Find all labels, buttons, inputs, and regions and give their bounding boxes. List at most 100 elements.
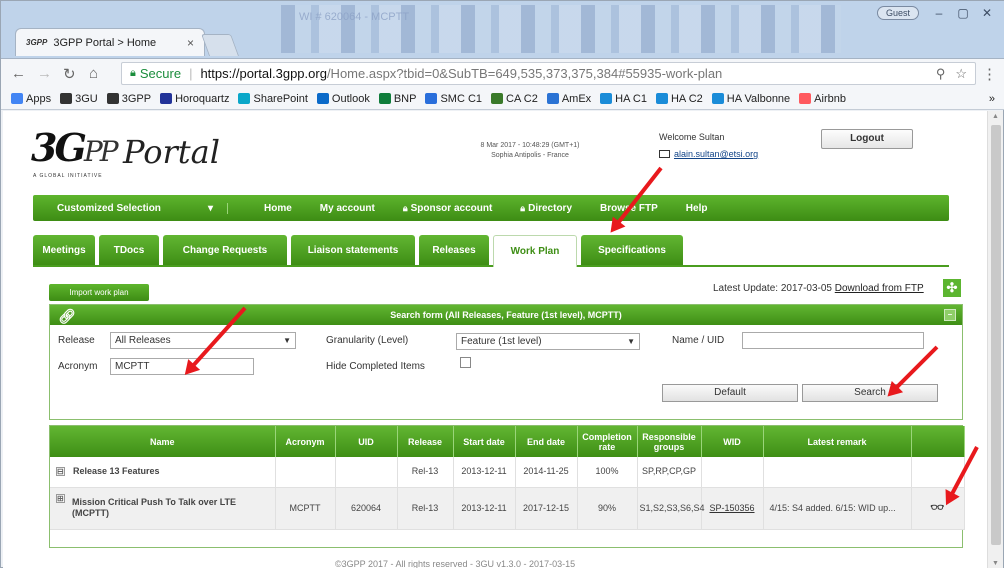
collapse-row-icon[interactable]: ⊟ xyxy=(56,467,65,477)
tab-work-plan[interactable]: Work Plan xyxy=(493,235,577,267)
bookmark-label: SMC C1 xyxy=(440,92,483,105)
column-uid[interactable]: UID xyxy=(335,426,398,457)
tab-change-requests[interactable]: Change Requests xyxy=(163,235,287,265)
maximize-icon[interactable]: ▢ xyxy=(953,5,973,21)
page-footer: ©3GPP 2017 - All rights reserved - 3GU v… xyxy=(335,559,576,568)
hide-completed-checkbox[interactable] xyxy=(460,357,471,368)
nav-sponsor-account[interactable]: 🔒︎ Sponsor account xyxy=(389,203,506,214)
bookmark-horoquartz[interactable]: Horoquartz xyxy=(160,93,229,105)
bookmark-outlook[interactable]: Outlook xyxy=(316,93,370,105)
forward-icon[interactable]: → xyxy=(37,65,52,82)
download-from-ftp-link[interactable]: Download from FTP xyxy=(835,283,924,294)
column-release[interactable]: Release xyxy=(397,426,454,457)
column-name[interactable]: Name xyxy=(50,426,276,457)
reload-icon[interactable]: ↻ xyxy=(63,65,76,83)
outlook-icon xyxy=(316,93,329,104)
new-tab-button[interactable] xyxy=(200,34,240,56)
bookmark-star-icon[interactable]: ☆ xyxy=(955,66,967,82)
bookmark-ha-c1[interactable]: HA C1 xyxy=(600,93,647,105)
logout-button[interactable]: Logout xyxy=(821,129,913,149)
address-bar[interactable]: 🔒︎ Secure | https://portal.3gpp.org /Hom… xyxy=(121,62,976,85)
search-button[interactable]: Search xyxy=(802,384,938,402)
more-bookmarks-icon[interactable]: » xyxy=(989,93,995,105)
feature-action-cell: 👓︎ xyxy=(911,487,965,530)
bookmark-airbnb[interactable]: Airbnb xyxy=(799,93,846,105)
collapse-panel-icon[interactable]: – xyxy=(944,309,956,321)
tab-liaison-statements[interactable]: Liaison statements xyxy=(291,235,415,265)
latest-update-date: Latest Update: 2017-03-05 xyxy=(713,283,832,294)
tab-specifications[interactable]: Specifications xyxy=(581,235,683,265)
link-chain-icon[interactable]: 🔗︎ xyxy=(58,306,76,326)
feature-end-cell: 2017-12-15 xyxy=(515,487,578,530)
smc-icon xyxy=(425,93,438,104)
bookmark-amex[interactable]: AmEx xyxy=(546,93,591,105)
bookmark-3gu[interactable]: 3GU xyxy=(60,93,98,105)
bookmark-sharepoint[interactable]: SharePoint xyxy=(238,92,308,105)
tab-tdocs[interactable]: TDocs xyxy=(99,235,159,265)
3gpp-logo[interactable]: 3GPP xyxy=(31,125,119,170)
import-work-plan-button[interactable]: Import work plan xyxy=(49,284,149,301)
bookmarks-bar: Apps 3GU 3GPP Horoquartz SharePoint Outlook BN… xyxy=(1,88,1004,110)
portal-tabs: Meetings TDocs Change Requests Liaison s… xyxy=(33,231,949,267)
browser-tab-3gpp-portal[interactable]: 3GPP 3GPP Portal > Home × xyxy=(15,28,205,56)
nav-my-account[interactable]: My account xyxy=(306,203,389,214)
column-start-date[interactable]: Start date xyxy=(453,426,516,457)
nav-home[interactable]: Home xyxy=(228,203,306,214)
scroll-down-icon[interactable]: ▼ xyxy=(992,560,999,567)
wid-link[interactable]: SP-150356 xyxy=(709,503,754,513)
feature-name-cell[interactable]: ⊞ Mission Critical Push To Talk over LTE … xyxy=(50,487,276,530)
column-acronym[interactable]: Acronym xyxy=(275,426,336,457)
portal-wordmark: Portal xyxy=(123,133,220,171)
expand-row-icon[interactable]: ⊞ xyxy=(56,493,65,503)
tab-releases[interactable]: Releases xyxy=(419,235,489,265)
home-icon[interactable]: ⌂ xyxy=(89,65,98,82)
close-window-icon[interactable]: ✕ xyxy=(977,5,997,21)
sharepoint-icon xyxy=(238,93,251,104)
bookmark-apps[interactable]: Apps xyxy=(11,93,51,105)
column-latest-remark[interactable]: Latest remark xyxy=(763,426,912,457)
results-panel: Name Acronym UID Release Start date End … xyxy=(49,425,965,548)
granularity-select[interactable]: Feature (1st level) ▼ xyxy=(456,333,640,350)
nav-directory-label: Directory xyxy=(528,202,572,214)
logo-tagline: A GLOBAL INITIATIVE xyxy=(33,173,103,179)
3gpp-icon xyxy=(106,93,119,104)
browser-menu-icon[interactable]: ⋮ xyxy=(982,65,997,83)
user-email-link[interactable]: alain.sultan@etsi.org xyxy=(659,149,758,159)
feature-remark-cell: 4/15: S4 added. 6/15: WID up... xyxy=(763,487,912,530)
bookmark-label: 3GU xyxy=(75,92,98,105)
column-end-date[interactable]: End date xyxy=(515,426,578,457)
release-uid-cell xyxy=(335,457,398,488)
bookmark-bnp[interactable]: BNP xyxy=(378,93,416,105)
background-window-title: WI # 620064 - MCPTT xyxy=(299,11,410,23)
nav-directory[interactable]: 🔒︎ Directory xyxy=(506,203,586,214)
back-icon[interactable]: ← xyxy=(11,65,26,82)
browser-tab-title: 3GPP Portal > Home xyxy=(53,36,157,49)
bookmark-smc-c1[interactable]: SMC C1 xyxy=(425,93,482,105)
bookmark-ha-c2[interactable]: HA C2 xyxy=(655,93,703,105)
customized-selection-dropdown[interactable]: Customized Selection ▾ xyxy=(33,202,228,214)
bookmark-3gpp[interactable]: 3GPP xyxy=(106,93,151,105)
release-select[interactable]: All Releases ▼ xyxy=(110,332,296,349)
customized-selection-label: Customized Selection xyxy=(57,202,161,214)
minimize-icon[interactable]: – xyxy=(929,5,949,21)
tab-meetings[interactable]: Meetings xyxy=(33,235,95,265)
bookmark-ca-c2[interactable]: CA C2 xyxy=(491,93,538,105)
column-completion-rate[interactable]: Completion rate xyxy=(577,426,638,457)
caret-down-icon: ▾ xyxy=(207,202,213,214)
nav-help[interactable]: Help xyxy=(672,203,722,214)
expand-arrows-icon[interactable]: ✣ xyxy=(943,279,961,297)
bookmark-label: SharePoint xyxy=(253,92,308,105)
bookmark-ha-valbonne[interactable]: HA Valbonne xyxy=(711,93,790,105)
table-row-feature: ⊞ Mission Critical Push To Talk over LTE … xyxy=(50,487,965,530)
scroll-up-icon[interactable]: ▲ xyxy=(992,113,999,120)
default-button[interactable]: Default xyxy=(662,384,798,402)
name-uid-input[interactable] xyxy=(742,332,924,349)
guest-profile-button[interactable]: Guest xyxy=(876,6,919,20)
close-tab-icon[interactable]: × xyxy=(187,36,194,50)
column-wid[interactable]: WID xyxy=(701,426,764,457)
page-scrollbar[interactable]: ▲ ▼ xyxy=(987,111,1003,568)
column-responsible-groups[interactable]: Responsible groups xyxy=(637,426,702,457)
pin-icon[interactable]: ⚲ xyxy=(936,66,946,82)
scrollbar-thumb[interactable] xyxy=(991,125,1001,545)
lock-icon: 🔒︎ xyxy=(520,202,526,213)
